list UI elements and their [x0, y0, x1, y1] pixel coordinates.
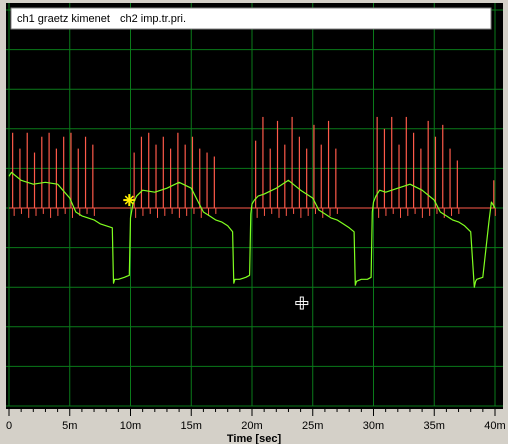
x-tick-label: 30m [363, 420, 384, 432]
x-tick-label: 0 [6, 420, 12, 432]
x-tick-label: 40m [484, 420, 505, 432]
oscilloscope-display: ch1 graetz kimenet ch2 imp.tr.pri. 0 5m 10… [0, 0, 508, 444]
x-tick-label: 10m [120, 420, 141, 432]
legend-ch2-label: ch2 imp.tr.pri. [120, 13, 186, 25]
x-tick-label: 20m [241, 420, 262, 432]
x-axis-title: Time [sec] [227, 433, 282, 444]
x-tick-label: 15m [181, 420, 202, 432]
x-tick-label: 35m [424, 420, 445, 432]
x-tick-label: 25m [302, 420, 323, 432]
x-tick-label: 5m [62, 420, 77, 432]
legend-box: ch1 graetz kimenet ch2 imp.tr.pri. [10, 7, 492, 30]
legend-ch1-label: ch1 graetz kimenet [17, 13, 110, 25]
